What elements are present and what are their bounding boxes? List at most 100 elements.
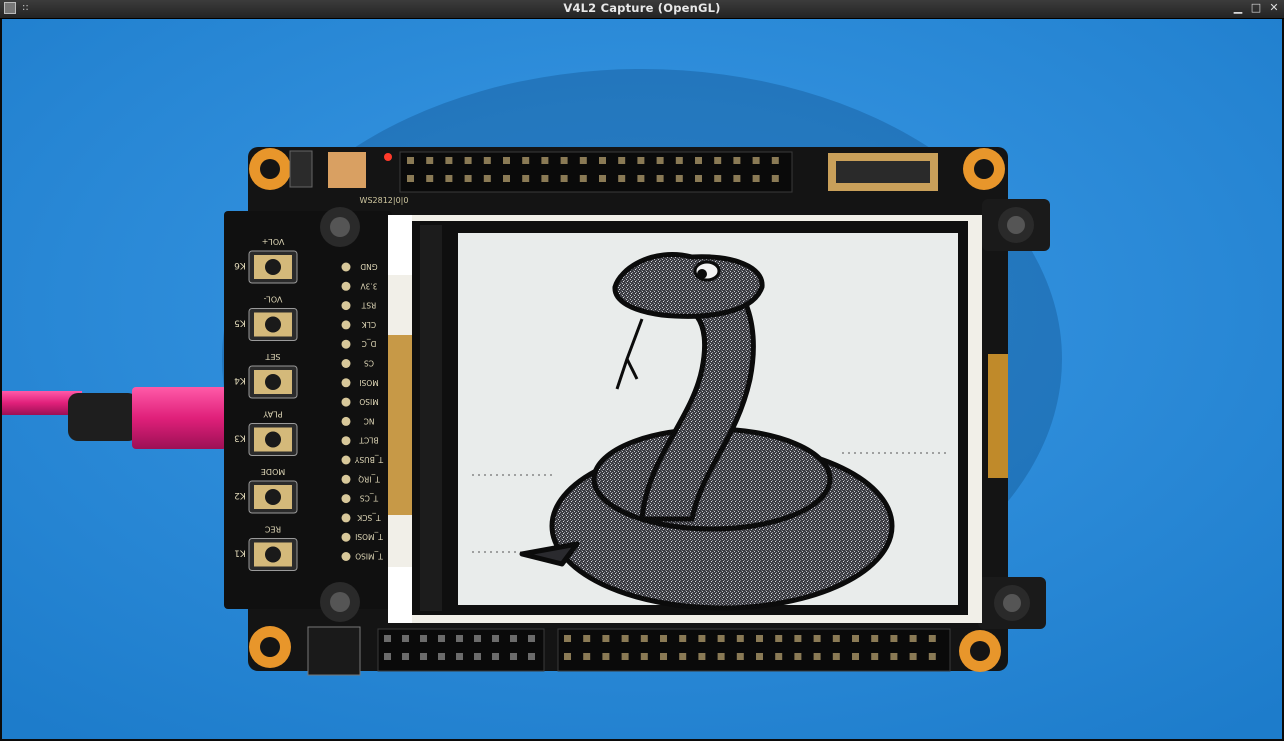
pin-label: MISO <box>359 397 378 406</box>
header-pin <box>456 653 463 660</box>
key-function-label: VOL+ <box>262 237 285 246</box>
pin-label: T_MOSI <box>355 532 384 541</box>
header-pin <box>714 175 722 182</box>
pin-pad <box>341 301 351 311</box>
pin-pad <box>341 455 351 465</box>
pin-pad <box>341 320 351 330</box>
header-pin <box>928 635 936 642</box>
header-pin <box>832 635 840 642</box>
header-pin <box>621 635 629 642</box>
key-id-label: K5 <box>234 318 246 328</box>
pin-label: GND <box>360 262 377 271</box>
header-pin <box>420 653 427 660</box>
header-pin <box>599 157 606 164</box>
pin-label: 3.3V <box>360 281 378 290</box>
header-pin <box>528 653 535 660</box>
pin-label: T_MISO <box>355 552 384 561</box>
header-pin <box>660 635 667 642</box>
pin-pad <box>341 494 351 504</box>
header-pin <box>717 635 725 642</box>
header-pin <box>503 175 510 182</box>
header-pin <box>438 635 445 642</box>
header-pin <box>426 175 434 182</box>
header-pin <box>402 635 409 642</box>
pin-label: CS <box>364 359 374 368</box>
header-pin <box>656 157 664 164</box>
header-pin <box>675 175 683 182</box>
header-pin <box>640 653 648 660</box>
header-pin <box>407 157 414 164</box>
header-pin <box>637 157 645 164</box>
header-pin <box>464 175 472 182</box>
header-pin <box>602 635 610 642</box>
key-id-label: K6 <box>234 260 246 270</box>
header-pin <box>794 653 802 660</box>
header-pin <box>579 175 587 182</box>
header-pin <box>717 653 725 660</box>
pin-pad <box>341 339 351 349</box>
pin-label: T_SCK <box>356 513 381 522</box>
header-pin <box>602 653 610 660</box>
header-pin <box>640 635 648 642</box>
header-pin <box>445 175 453 182</box>
header-pin <box>560 157 568 164</box>
header-pin <box>736 653 744 660</box>
header-pin <box>407 175 414 182</box>
header-pin <box>695 157 702 164</box>
title-bar[interactable]: :: V4L2 Capture (OpenGL) ▁ □ ✕ <box>0 0 1284 19</box>
header-pin <box>714 157 722 164</box>
window-title: V4L2 Capture (OpenGL) <box>563 1 721 15</box>
header-pin <box>384 653 391 660</box>
header-pin <box>402 653 409 660</box>
header-pin <box>541 175 549 182</box>
header-pin <box>583 653 591 660</box>
header-pin <box>564 635 571 642</box>
header-pin <box>492 635 499 642</box>
bottom-pin-headers <box>307 626 951 676</box>
header-pin <box>510 653 517 660</box>
maximize-button[interactable]: □ <box>1250 1 1262 15</box>
header-pin <box>813 653 821 660</box>
header-pin <box>698 635 706 642</box>
pin-pad <box>341 416 351 426</box>
header-pin <box>384 635 391 642</box>
header-pin <box>679 653 687 660</box>
red-led <box>384 153 392 161</box>
pin-label: D_C <box>362 339 377 348</box>
header-pin <box>909 635 917 642</box>
header-pin <box>438 653 445 660</box>
key-function-label: MODE <box>261 467 285 476</box>
header-pin <box>679 635 687 642</box>
pin-label: T_CS <box>360 494 380 503</box>
header-pin <box>420 635 427 642</box>
pin-label: T_BUSY <box>354 455 384 464</box>
header-pin <box>579 157 587 164</box>
close-button[interactable]: ✕ <box>1268 1 1280 15</box>
pin-pad <box>341 359 351 368</box>
header-pin <box>618 175 626 182</box>
header-pin <box>775 653 783 660</box>
header-pin <box>464 157 472 164</box>
key-id-label: K1 <box>234 548 246 558</box>
header-pin <box>426 157 434 164</box>
fpc-connector <box>828 153 938 191</box>
key-function-label: REC <box>264 525 281 534</box>
pin-pad <box>341 262 351 272</box>
header-pin <box>564 653 571 660</box>
header-pin <box>871 653 879 660</box>
header-pin <box>771 175 779 182</box>
pin-label: MOSI <box>359 378 378 387</box>
header-pin <box>637 175 645 182</box>
header-pin <box>695 175 702 182</box>
potentiometer <box>328 152 366 188</box>
pin-pad <box>341 281 351 291</box>
key-function-label: PLAY <box>263 410 282 419</box>
key-function-label: VOL- <box>263 295 282 304</box>
side-connector <box>988 354 1008 478</box>
top-pin-header <box>399 151 793 193</box>
header-pin <box>928 653 936 660</box>
pin-pad <box>341 378 351 388</box>
minimize-button[interactable]: ▁ <box>1232 1 1244 15</box>
header-pin <box>618 157 626 164</box>
header-pin <box>890 653 898 660</box>
